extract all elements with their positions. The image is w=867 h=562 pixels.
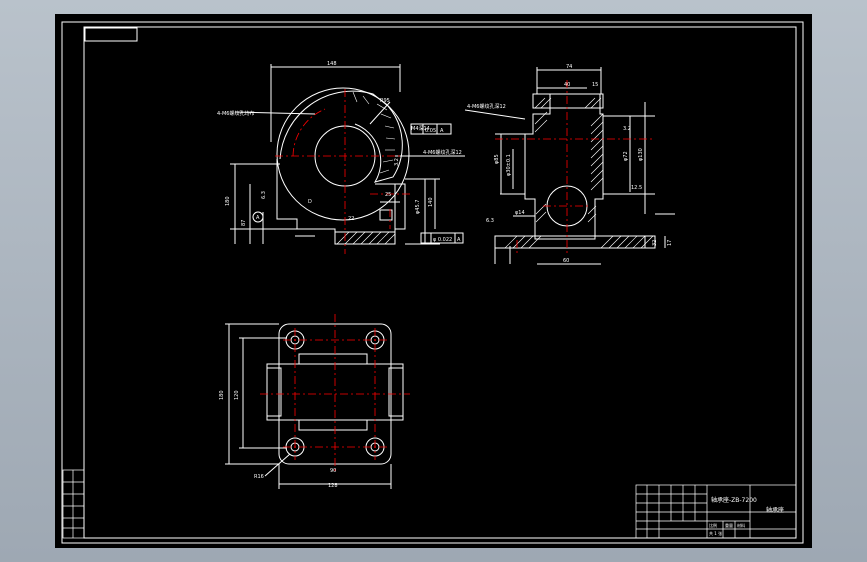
front-view-hatch (336, 91, 396, 245)
title-block-labels: 轴承座-ZB-7200 轴承座 比例 重量 材料 共 1 张 (709, 496, 784, 536)
sheet-border-inner (83, 26, 797, 539)
top-left-box (84, 27, 138, 42)
dim-side-flange: 32 (652, 240, 658, 246)
dim-side-base-step: 17 (667, 240, 673, 246)
datum-label: A (256, 215, 260, 221)
dim-side-small: φ14 (515, 210, 525, 216)
finish-side-1: 3.2 (623, 126, 631, 132)
scale-label: 比例 (709, 522, 717, 528)
section-label: D (308, 199, 312, 205)
side-body-outline (524, 93, 604, 240)
dim-front-radius: R95 (380, 98, 390, 104)
dim-side-right-1: φ72 (623, 151, 629, 161)
drawing-canvas: 148 R95 180 87 22 25 140 φ45.7 4-M6螺纹孔均布… (61, 21, 804, 544)
position-tolerance: φ 0.022 (433, 237, 452, 243)
dim-side-top-right: 15 (592, 82, 598, 88)
dim-front-right-inner: φ45.7 (415, 200, 421, 214)
dim-top-overall-height: 180 (219, 390, 225, 400)
drawing-name: 轴承座-ZB-7200 (711, 496, 757, 504)
note-front-right: 4-M6螺纹孔深12 (423, 149, 462, 156)
top-view (225, 323, 404, 489)
sheet-border-outer (61, 21, 804, 544)
dim-front-left-height: 180 (225, 196, 231, 206)
datum-ref-1: A (440, 128, 444, 134)
surface-finish-front-1: 3.2 (394, 158, 400, 166)
note-front-left: 4-M6螺纹孔均布 (217, 110, 254, 117)
tech-note: M4深14 (411, 125, 430, 132)
housing-left-wall (276, 159, 396, 245)
material-label: 材料 (737, 522, 745, 528)
drawing-label: 轴承座 (766, 506, 784, 514)
surface-finish-front-2: 6.3 (261, 191, 267, 199)
dim-top-hole-spacing: 90 (330, 468, 336, 474)
dim-side-left-outer: φ85 (494, 154, 500, 164)
dim-side-right-2: φ130 (638, 148, 644, 161)
dim-side-top: 74 (566, 64, 572, 70)
finish-side-3: 6.3 (486, 218, 494, 224)
top-body-inner-bottom (298, 419, 368, 431)
cad-viewport[interactable]: 148 R95 180 87 22 25 140 φ45.7 4-M6螺纹孔均布… (55, 14, 812, 548)
sheet-info: 共 1 张 (709, 530, 722, 536)
dim-top-radius: R16 (254, 474, 264, 480)
note-side: 4-M6螺纹孔深12 (467, 103, 506, 110)
right-boss (375, 183, 406, 230)
dim-front-left-inner: 87 (241, 220, 247, 226)
datum-ref-2: A (457, 237, 461, 243)
side-view (464, 67, 675, 265)
side-centerlines (495, 80, 655, 256)
dim-top-overall-width: 128 (328, 483, 338, 489)
base-block (334, 231, 396, 245)
dim-front-top: 148 (327, 61, 337, 67)
weight-label: 重量 (725, 522, 733, 528)
dim-side-left-inner: φ30±0.1 (506, 154, 512, 176)
dim-side-bottom: 60 (563, 258, 569, 264)
finish-side-2: 12.5 (631, 185, 642, 191)
dim-front-base: 22 (348, 216, 354, 222)
top-body-inner (298, 353, 368, 365)
top-view-labels: 180 120 90 128 R16 (219, 390, 338, 489)
dim-front-right-height: 140 (428, 197, 434, 207)
side-view-hatch (504, 97, 654, 249)
dim-side-top-left: 40 (564, 82, 570, 88)
revision-strip (62, 469, 85, 539)
dim-front-slot: 25 (385, 192, 391, 198)
dim-top-inner-height: 120 (234, 390, 240, 400)
